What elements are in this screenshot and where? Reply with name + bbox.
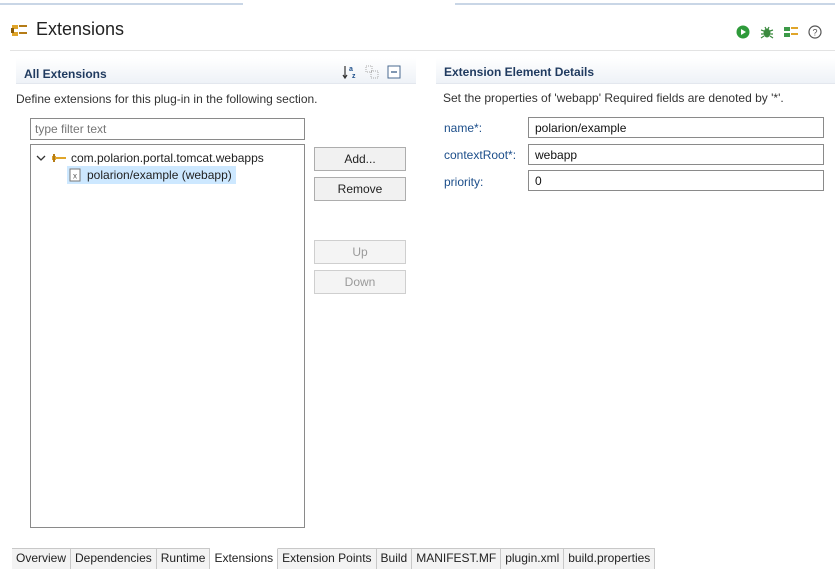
all-extensions-header: All Extensions az xyxy=(16,58,416,84)
all-extensions-title: All Extensions xyxy=(24,67,107,81)
context-root-label: contextRoot*: xyxy=(444,148,517,162)
editor-title: Extensions xyxy=(36,19,125,39)
tab-extension-points[interactable]: Extension Points xyxy=(278,549,377,569)
down-button[interactable]: Down xyxy=(314,270,406,294)
collapse-all-icon[interactable] xyxy=(386,64,402,80)
svg-text:z: z xyxy=(352,73,356,80)
extension-details-header: Extension Element Details xyxy=(436,58,835,84)
chevron-down-icon[interactable] xyxy=(35,152,47,164)
top-border-right xyxy=(455,0,835,5)
extension-icon xyxy=(52,154,66,162)
tab-overview[interactable]: Overview xyxy=(12,549,72,569)
extension-details-description: Set the properties of 'webapp' Required … xyxy=(443,91,784,105)
debug-icon[interactable] xyxy=(759,24,775,40)
name-field[interactable] xyxy=(528,117,824,138)
extension-details-title: Extension Element Details xyxy=(444,65,595,79)
priority-label: priority: xyxy=(444,175,484,189)
help-icon[interactable]: ? xyxy=(807,24,823,40)
editor-tabs: Overview Dependencies Runtime Extensions… xyxy=(12,548,656,569)
svg-text:a: a xyxy=(349,66,353,73)
tab-extensions[interactable]: Extensions xyxy=(210,548,279,569)
filter-input[interactable] xyxy=(30,118,305,140)
svg-text:x: x xyxy=(73,172,77,181)
tree-item-extension-point[interactable]: com.polarion.portal.tomcat.webapps xyxy=(35,149,264,167)
extensions-icon[interactable] xyxy=(783,24,799,40)
tab-build-properties[interactable]: build.properties xyxy=(564,549,656,569)
tree-item-label: com.polarion.portal.tomcat.webapps xyxy=(71,151,264,165)
add-button[interactable]: Add... xyxy=(314,147,406,171)
context-root-field[interactable] xyxy=(528,144,824,165)
xml-element-icon: x xyxy=(69,168,81,182)
name-label: name*: xyxy=(444,121,483,135)
svg-text:?: ? xyxy=(812,28,817,38)
editor-toolbar: ? xyxy=(735,24,823,40)
remove-button[interactable]: Remove xyxy=(314,177,406,201)
section-tools: az xyxy=(342,64,402,80)
header-separator xyxy=(10,50,835,51)
tab-manifest[interactable]: MANIFEST.MF xyxy=(412,549,502,569)
extensions-icon xyxy=(10,22,30,40)
priority-field[interactable] xyxy=(528,170,824,191)
up-button[interactable]: Up xyxy=(314,240,406,264)
tree-item-label: polarion/example (webapp) xyxy=(87,168,232,182)
tab-plugin-xml[interactable]: plugin.xml xyxy=(501,549,565,569)
sort-icon[interactable]: az xyxy=(342,64,358,80)
editor-header: Extensions ? xyxy=(0,14,835,54)
extensions-tree[interactable]: com.polarion.portal.tomcat.webapps x pol… xyxy=(30,144,305,528)
tab-runtime[interactable]: Runtime xyxy=(156,549,211,569)
tree-item-webapp[interactable]: x polarion/example (webapp) xyxy=(67,166,236,184)
tab-build[interactable]: Build xyxy=(376,549,413,569)
tab-dependencies[interactable]: Dependencies xyxy=(71,549,157,569)
top-border-left xyxy=(0,0,243,5)
expand-all-icon[interactable] xyxy=(364,64,380,80)
all-extensions-description: Define extensions for this plug-in in th… xyxy=(16,92,318,106)
run-icon[interactable] xyxy=(735,24,751,40)
